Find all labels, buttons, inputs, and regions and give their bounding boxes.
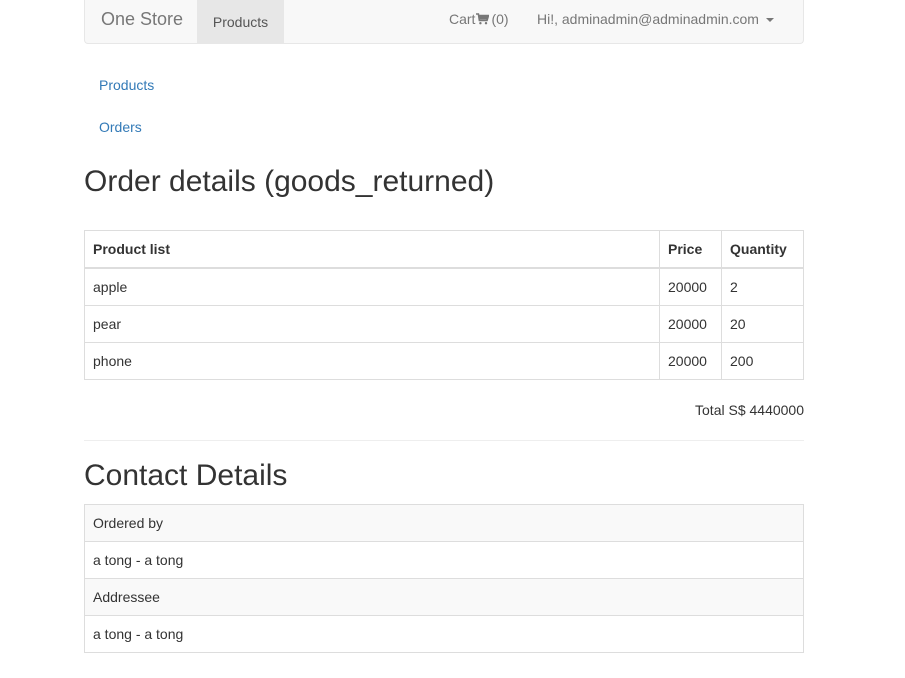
product-cell: pear (84, 305, 660, 343)
caret-down-icon (765, 18, 774, 22)
column-header-product: Product list (84, 230, 660, 269)
user-label: Hi!, adminadmin@adminadmin.com (537, 11, 759, 27)
table-header-row: Product list Price Quantity (84, 230, 804, 269)
contact-row: a tong - a tong (84, 615, 804, 653)
quantity-cell: 2 (721, 267, 804, 306)
table-row: apple 20000 2 (84, 267, 804, 306)
contact-title: Contact Details (84, 459, 288, 492)
column-header-quantity: Quantity (721, 230, 804, 269)
navbar: One Store Products Cart (0) Hi!, adminad… (84, 0, 804, 44)
nav-item-products[interactable]: Products (197, 0, 284, 43)
table-row: phone 20000 200 (84, 342, 804, 380)
price-cell: 20000 (659, 342, 722, 380)
section-divider (84, 440, 804, 441)
contact-row: a tong - a tong (84, 541, 804, 579)
contact-label-addressee: Addressee (84, 578, 804, 616)
contact-row: Addressee (84, 578, 804, 616)
contact-value-ordered-by: a tong - a tong (84, 541, 804, 579)
price-cell: 20000 (659, 267, 722, 306)
brand-link[interactable]: One Store (101, 9, 183, 30)
product-cell: apple (84, 267, 660, 306)
contact-value-addressee: a tong - a tong (84, 615, 804, 653)
order-total: Total S$ 4440000 (695, 402, 804, 418)
user-menu[interactable]: Hi!, adminadmin@adminadmin.com (537, 11, 774, 27)
side-link-orders[interactable]: Orders (99, 119, 142, 135)
cart-label: Cart (449, 11, 476, 27)
cart-count: (0) (491, 11, 509, 27)
contact-label-ordered-by: Ordered by (84, 504, 804, 542)
contact-row: Ordered by (84, 504, 804, 542)
side-link-products[interactable]: Products (99, 77, 154, 93)
quantity-cell: 200 (721, 342, 804, 380)
price-cell: 20000 (659, 305, 722, 343)
contact-table: Ordered by a tong - a tong Addressee a t… (84, 504, 804, 653)
order-title: Order details (goods_returned) (84, 165, 495, 198)
table-row: pear 20000 20 (84, 305, 804, 343)
cart-link[interactable]: Cart (0) (449, 11, 509, 27)
shopping-cart-icon (476, 13, 490, 25)
product-table: Product list Price Quantity apple 20000 … (84, 230, 804, 380)
quantity-cell: 20 (721, 305, 804, 343)
column-header-price: Price (659, 230, 722, 269)
page-container: One Store Products Cart (0) Hi!, adminad… (84, 0, 804, 653)
product-cell: phone (84, 342, 660, 380)
